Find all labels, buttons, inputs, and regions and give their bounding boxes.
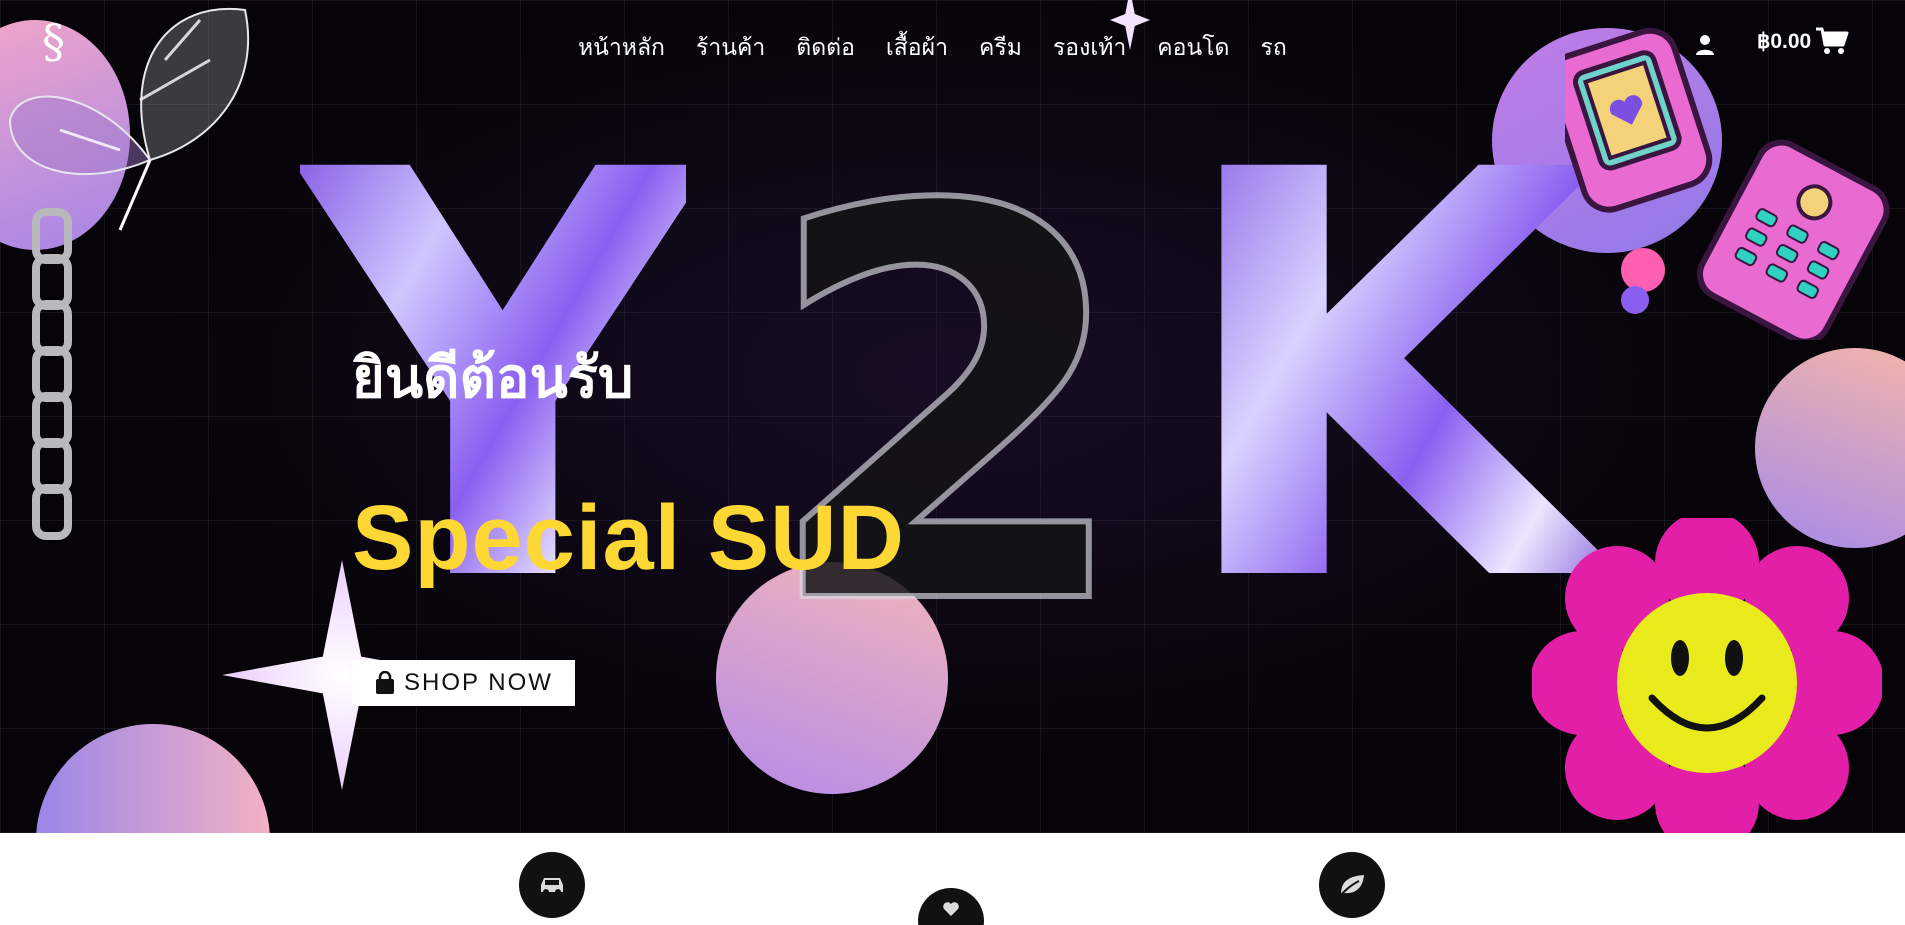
feature-heart-badge: [918, 888, 984, 925]
shopping-cart-icon: [1816, 27, 1849, 54]
nav-item-car[interactable]: รถ: [1260, 30, 1286, 66]
nav-item-shoes[interactable]: รองเท้า: [1053, 30, 1126, 66]
feature-car-badge: [519, 852, 585, 918]
user-icon[interactable]: [1694, 34, 1716, 56]
hero-headline: Special SUD: [352, 487, 905, 589]
flip-phone-decor: [1565, 27, 1890, 340]
butterfly-decor: [8, 7, 250, 231]
shopping-bag-icon: [376, 671, 395, 694]
nav-item-contact[interactable]: ติดต่อ: [796, 30, 855, 66]
nav-item-home[interactable]: หน้าหลัก: [578, 30, 665, 66]
balloon-number-2: 2: [757, 96, 1139, 724]
cart-total: ฿0.00: [1757, 29, 1812, 53]
car-icon: [541, 878, 563, 895]
nav-item-shop[interactable]: ร้านค้า: [696, 30, 765, 66]
smiley-flower-decor: [1532, 518, 1882, 833]
cart-button[interactable]: ฿0.00: [1757, 26, 1849, 56]
decor-orb: [36, 724, 270, 833]
heart-icon: [943, 902, 959, 916]
nav-item-clothing[interactable]: เสื้อผ้า: [886, 30, 948, 66]
welcome-heading: ยินดีต้อนรับ: [352, 346, 634, 411]
main-navigation: หน้าหลัก ร้านค้า ติดต่อ เสื้อผ้า ครีม รอ…: [578, 30, 1287, 66]
shop-now-button[interactable]: SHOP NOW: [352, 660, 575, 706]
hero-banner: Y 2 K § หน้าหลัก ร้านค้า ติดต่อ เสื้อผ้า…: [0, 0, 1905, 833]
site-logo[interactable]: §: [42, 18, 65, 64]
leaf-icon: [1339, 875, 1364, 897]
feature-leaf-badge: [1319, 852, 1385, 918]
nav-item-condo[interactable]: คอนโด: [1157, 30, 1229, 66]
nav-item-cream[interactable]: ครีม: [979, 30, 1022, 66]
chain-decor: [32, 208, 78, 583]
shop-now-label: SHOP NOW: [404, 669, 553, 696]
